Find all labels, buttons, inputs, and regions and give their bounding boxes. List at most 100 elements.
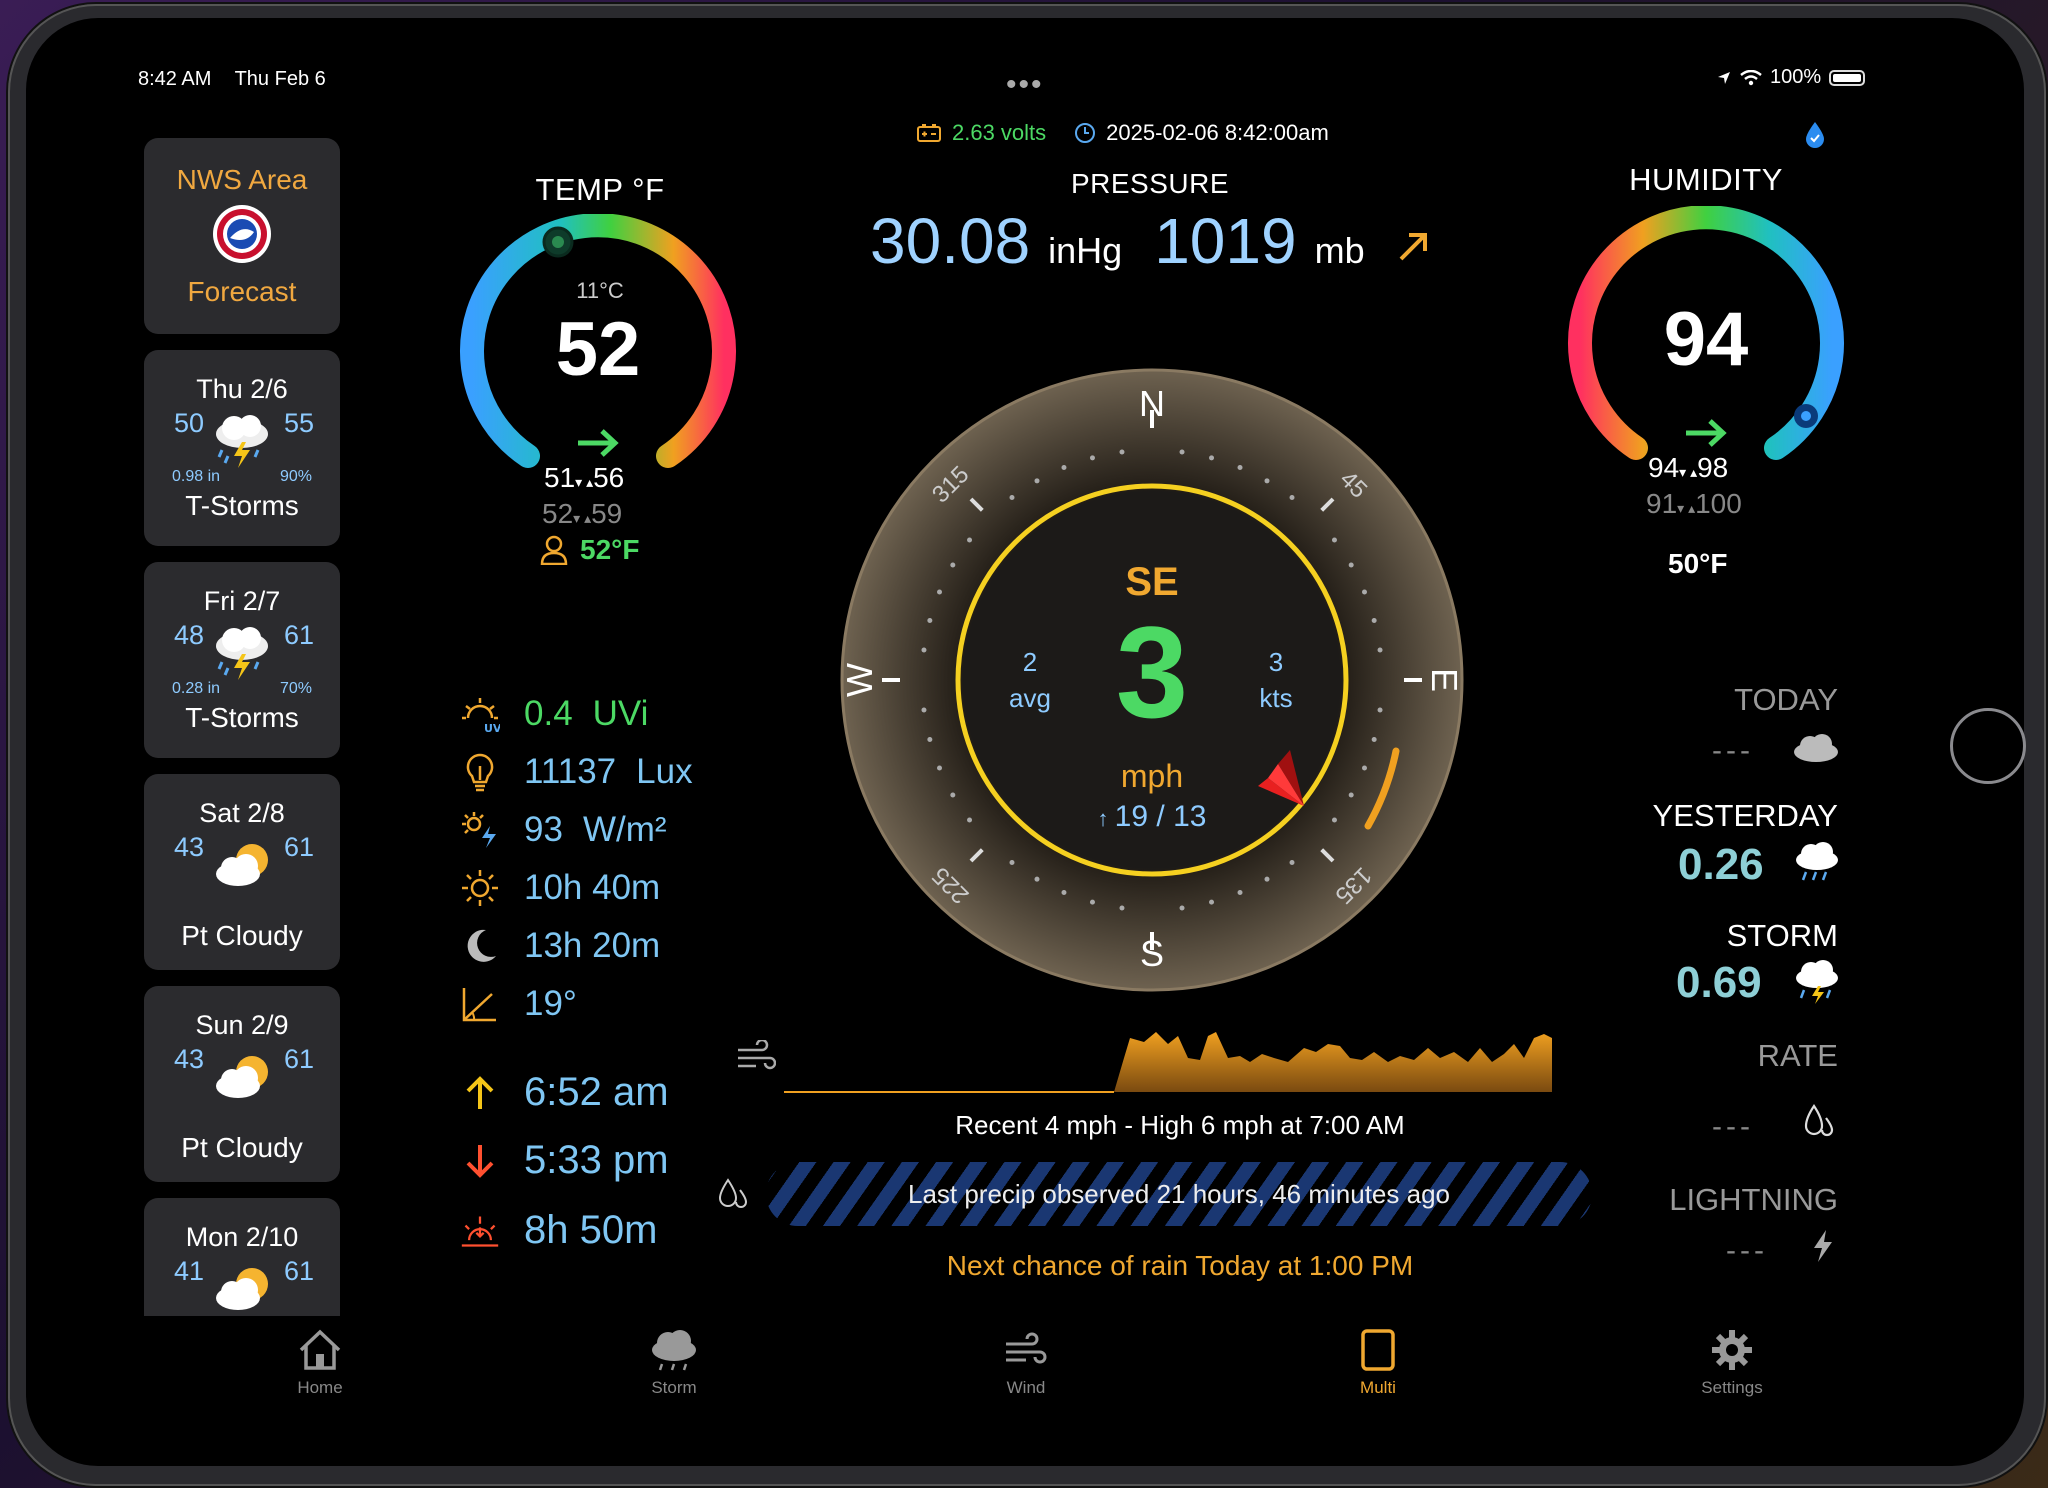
wind-history-area: [784, 1032, 1552, 1092]
compass-minor-tick: [1119, 905, 1125, 911]
feels-like: 52°F: [540, 534, 639, 566]
humidity-yesterday-low: 91: [1646, 488, 1678, 519]
solar-radiation-row: 93 W/m²: [460, 810, 667, 850]
compass-minor-tick: [1209, 455, 1215, 461]
forecast-high: 61: [283, 1256, 314, 1286]
tab-home-label: Home: [297, 1378, 343, 1397]
pressure-values: 30.08 inHg 1019 mb: [870, 204, 1431, 278]
wind-history-chart: [784, 1032, 1552, 1093]
compass-minor-tick: [1179, 905, 1185, 911]
compass-minor-tick: [1331, 537, 1337, 543]
forecast-low: 48: [174, 620, 205, 650]
home-hardware-button[interactable]: [1950, 708, 2026, 784]
forecast-low: 50: [174, 408, 205, 438]
status-bar-left: 8:42 AM Thu Feb 6: [138, 68, 344, 91]
temp-value: 52: [555, 307, 641, 392]
temp-yesterday-range: 52▾ ▴59: [542, 498, 623, 529]
forecast-low: 43: [174, 1044, 205, 1074]
compass-minor-tick: [1209, 899, 1215, 905]
multitask-dots[interactable]: •••: [1006, 70, 1044, 100]
uv-icon: UV: [462, 698, 500, 734]
forecast-low: 41: [174, 1256, 205, 1286]
compass-minor-tick: [1237, 889, 1243, 895]
forecast-card-day-0[interactable]: Thu 2/6 50 55 0.98 in 90% T-Storms: [144, 350, 340, 546]
rain-today-value: ---: [1712, 734, 1754, 767]
humidity-today-high: 98: [1697, 452, 1729, 483]
tab-multi-label: Multi: [1360, 1378, 1396, 1397]
forecast-card-day-3[interactable]: Sun 2/9 43 61 Pt Cloudy: [144, 986, 340, 1182]
wifi-icon: [1740, 69, 1762, 85]
forecast-card-day-2[interactable]: Sat 2/8 43 61 Pt Cloudy: [144, 774, 340, 970]
compass-minor-tick: [1348, 562, 1354, 568]
forecast-high: 61: [283, 620, 314, 650]
multi-icon: [1361, 1329, 1395, 1371]
sun-icon: [462, 870, 498, 906]
solar-radiation-icon: [462, 812, 496, 848]
cloud-icon: [1794, 734, 1838, 762]
wind-unit: mph: [1120, 758, 1184, 794]
forecast-rain-amount: 0.28 in: [172, 680, 221, 697]
compass-minor-tick: [921, 707, 927, 713]
temp-today-low: 51: [544, 462, 576, 493]
pressure-inhg-unit: inHg: [1048, 230, 1123, 271]
tab-wind[interactable]: Wind: [966, 1324, 1086, 1398]
lightbulb-icon: [466, 753, 494, 792]
golden-hour-row: 8h 50m: [460, 1208, 657, 1253]
partly-cloudy-icon: [216, 844, 268, 886]
sunset-arrow-icon: [466, 1144, 494, 1178]
compass-minor-tick: [1371, 617, 1377, 623]
forecast-high: 61: [283, 1044, 314, 1074]
solar-unit: W/m²: [582, 810, 667, 849]
tab-settings[interactable]: Settings: [1672, 1324, 1792, 1398]
uv-value: 0.4: [524, 694, 573, 733]
person-icon: [540, 535, 568, 565]
forecast-low: 43: [174, 832, 205, 862]
battery-percent: 100%: [1770, 66, 1822, 88]
wind-avg-value: 2: [1022, 647, 1038, 677]
tab-home[interactable]: Home: [260, 1324, 380, 1398]
forecast-rain-chance: 70%: [279, 680, 312, 697]
compass-minor-tick: [1371, 737, 1377, 743]
compass-south: S: [1140, 933, 1164, 974]
forecast-day: Sun 2/9: [195, 1010, 289, 1040]
nws-title: NWS Area: [176, 164, 308, 195]
rain-yesterday-value: 0.26: [1678, 840, 1764, 889]
pressure-label: PRESSURE: [1070, 168, 1230, 199]
svg-text:UV: UV: [484, 722, 500, 734]
sunset-row: 5:33 pm: [460, 1138, 669, 1183]
rain-storm-value: 0.69: [1676, 958, 1762, 1007]
temp-yesterday-low: 52: [542, 498, 574, 529]
moon-icon: [467, 929, 496, 962]
temp-label: TEMP °F: [535, 172, 665, 207]
sun-horizon-icon: [461, 1215, 499, 1247]
lux-unit: Lux: [636, 752, 693, 791]
daylight-value: 10h 40m: [524, 868, 661, 907]
wind-icon: [1006, 1332, 1047, 1364]
storm-cloud-icon: [1796, 960, 1838, 1004]
compass-minor-tick: [927, 617, 933, 623]
tab-multi[interactable]: Multi: [1318, 1324, 1438, 1398]
nws-forecast-card[interactable]: NWS Area Forecast: [144, 138, 340, 334]
lux-row: 11137 Lux: [460, 752, 693, 792]
forecast-card-day-4[interactable]: Mon 2/10 41 61: [144, 1198, 340, 1316]
compass-minor-tick: [937, 765, 943, 771]
compass-minor-tick: [950, 562, 956, 568]
forecast-day: Sat 2/8: [199, 798, 285, 828]
rain-rate-label: RATE: [1757, 1038, 1838, 1073]
humidity-yesterday-range: 91▾ ▴100: [1646, 488, 1742, 519]
compass-minor-tick: [1089, 455, 1095, 461]
last-update-timestamp: 2025-02-06 8:42:00am: [1106, 120, 1329, 145]
partly-cloudy-icon: [216, 1268, 268, 1310]
battery-volts-icon: [917, 124, 941, 142]
temp-celsius: 11°C: [576, 278, 624, 303]
tab-wind-label: Wind: [1006, 1378, 1046, 1397]
compass-minor-tick: [1377, 707, 1383, 713]
uv-row: UV 0.4 UVi: [460, 694, 648, 734]
compass-minor-tick: [1264, 876, 1270, 882]
tab-storm[interactable]: Storm: [614, 1324, 734, 1398]
forecast-card-day-1[interactable]: Fri 2/7 48 61 0.28 in 70% T-Storms: [144, 562, 340, 758]
compass-minor-tick: [1237, 465, 1243, 471]
clock-icon: [1075, 123, 1096, 143]
rain-yesterday-label: YESTERDAY: [1652, 798, 1838, 833]
compass-minor-tick: [1034, 876, 1040, 882]
